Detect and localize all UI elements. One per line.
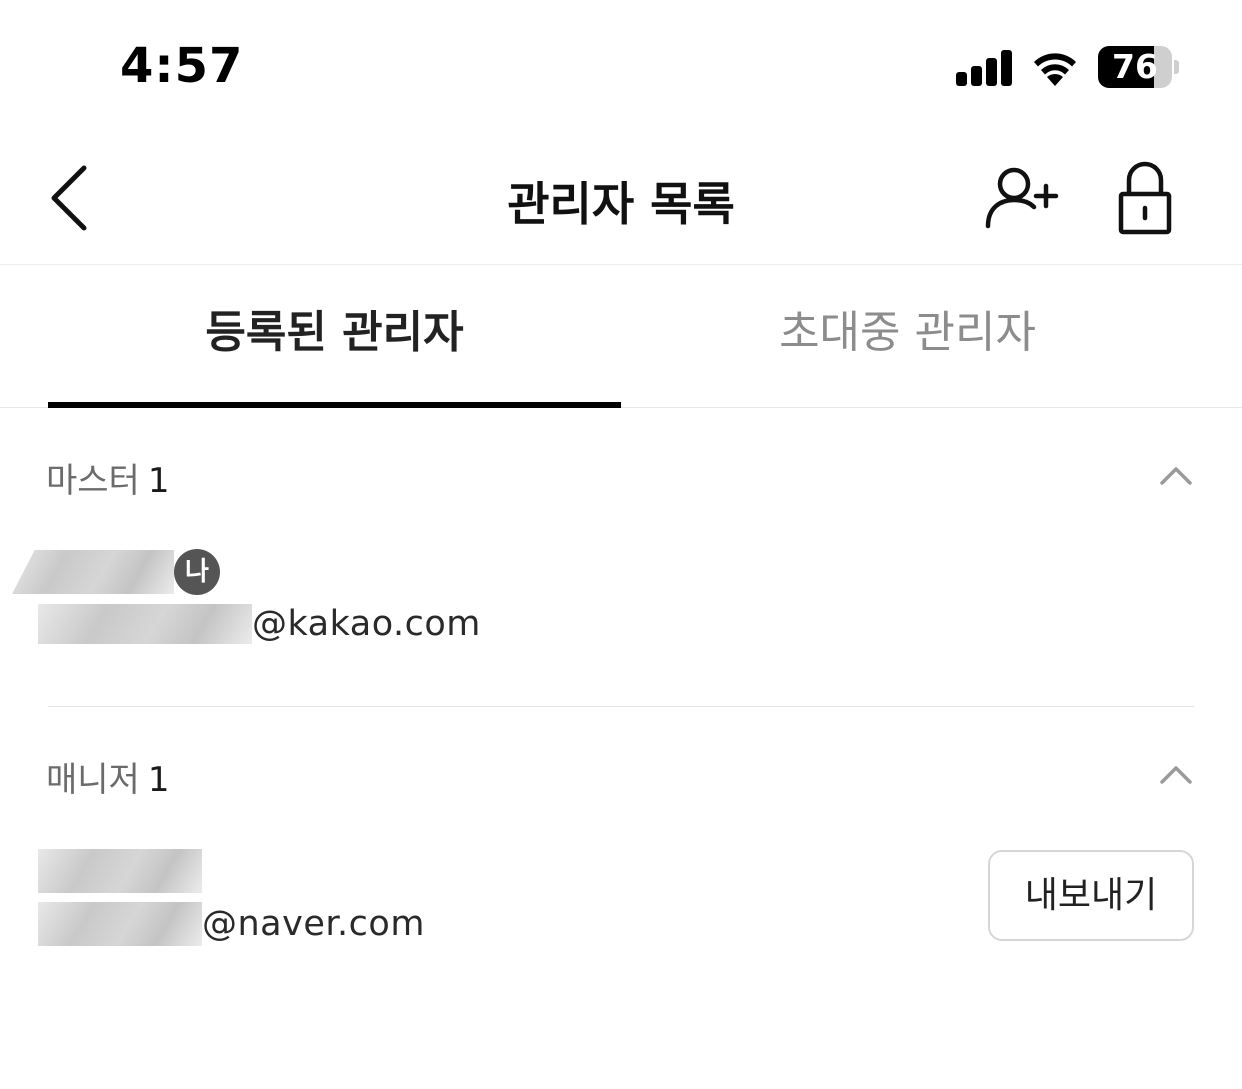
status-time: 4:57 <box>120 38 244 94</box>
me-badge: 나 <box>174 549 220 595</box>
wifi-icon <box>1034 53 1076 86</box>
battery-icon: 76 <box>1098 46 1180 88</box>
redacted-email-local <box>38 902 202 946</box>
email-domain: @kakao.com <box>252 604 481 644</box>
redacted-name <box>38 849 202 893</box>
master-section-label: 마스터 <box>46 461 140 501</box>
lock-icon <box>1118 161 1172 235</box>
redacted-email-local <box>38 604 252 644</box>
manager-section-header[interactable]: 매니저 1 <box>0 734 1242 814</box>
redacted-name <box>12 550 174 594</box>
master-section-count: 1 <box>147 461 170 501</box>
tab-invited-admins[interactable]: 초대중 관리자 <box>621 265 1194 408</box>
add-user-button[interactable] <box>980 162 1060 234</box>
master-member-row: 나 @kakao.com <box>0 540 1242 670</box>
status-bar: 4:57 76 <box>0 0 1242 130</box>
tab-registered-admins[interactable]: 등록된 관리자 <box>48 265 621 408</box>
email-domain: @naver.com <box>202 904 425 944</box>
cellular-signal-icon <box>956 50 1014 86</box>
chevron-up-icon[interactable] <box>1156 760 1196 788</box>
tab-bar: 등록된 관리자 초대중 관리자 <box>0 265 1242 408</box>
active-tab-indicator <box>48 402 621 408</box>
master-section-header[interactable]: 마스터 1 <box>0 435 1242 515</box>
chevron-up-icon[interactable] <box>1156 461 1196 489</box>
battery-level: 76 <box>1112 47 1158 86</box>
export-button[interactable]: 내보내기 <box>988 850 1194 941</box>
nav-bar: 관리자 목록 <box>0 130 1242 265</box>
manager-section-label: 매니저 <box>46 760 140 800</box>
manager-section-count: 1 <box>147 760 170 800</box>
add-user-icon <box>985 167 1059 229</box>
section-divider <box>48 706 1194 707</box>
lock-button[interactable] <box>1112 160 1178 238</box>
